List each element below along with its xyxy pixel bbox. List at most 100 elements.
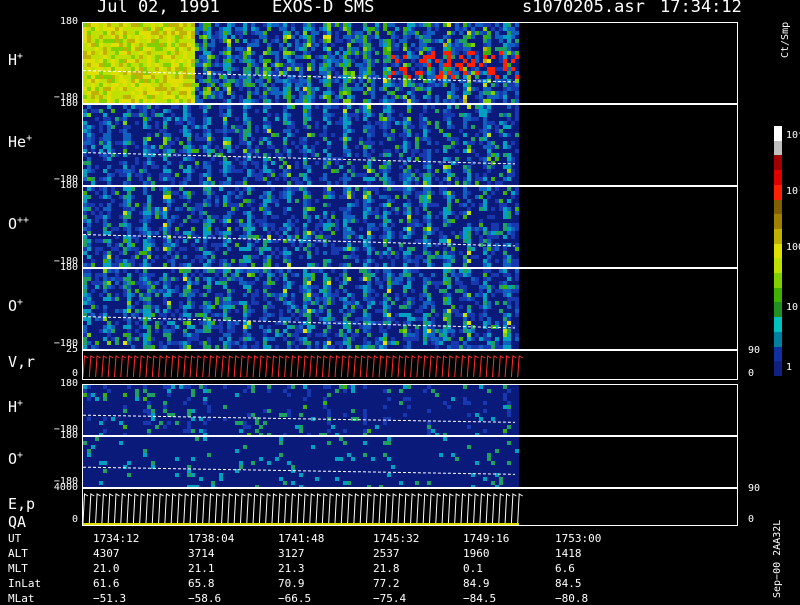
spectrogram-cell: [447, 173, 451, 177]
spectrogram-cell: [263, 59, 267, 63]
spectrogram-cell: [483, 43, 487, 47]
spectrogram-cell: [379, 329, 383, 333]
spectrogram-cell: [387, 133, 391, 137]
spectrogram-cell: [411, 269, 415, 273]
spectrogram-cell: [283, 273, 287, 277]
spectrogram-cell: [243, 309, 247, 313]
spectrogram-cell: [243, 149, 247, 153]
spectrogram-cell: [247, 67, 251, 71]
spectrogram-cell: [187, 157, 191, 161]
spectrogram-cell: [447, 277, 451, 281]
spectrogram-cell: [287, 325, 291, 329]
spectrogram-cell: [175, 231, 179, 235]
spectrogram-cell: [219, 113, 223, 117]
spectrogram-cell: [183, 63, 187, 67]
spectrogram-cell: [263, 109, 267, 113]
spectrogram-cell: [323, 191, 327, 195]
spectrogram-cell: [171, 277, 175, 281]
spectrogram-cell: [159, 55, 163, 59]
spectrogram-cell: [323, 273, 327, 277]
spectrogram-cell: [327, 289, 331, 293]
spectrogram-cell: [95, 277, 99, 281]
spectrogram-cell: [239, 59, 243, 63]
spectrogram-cell: [243, 293, 247, 297]
spectrogram-cell: [475, 177, 479, 181]
spectrogram-cell: [447, 269, 451, 273]
spectrogram-cell: [507, 39, 511, 43]
spectrogram-cell: [119, 251, 123, 255]
spectrogram-cell: [503, 243, 507, 247]
spectrogram-cell: [255, 235, 259, 239]
spectrogram-cell: [347, 105, 351, 109]
spectrogram-cell: [511, 195, 515, 199]
spectrogram-cell: [307, 285, 311, 289]
spectrogram-cell: [123, 181, 127, 185]
spectrogram-cell: [127, 231, 131, 235]
spectrogram-cell: [83, 277, 87, 281]
spectrogram-cell: [215, 79, 219, 83]
spectrogram-cell: [147, 157, 151, 161]
spectrogram-cell: [219, 35, 223, 39]
spectrogram-cell: [143, 83, 147, 87]
spectrogram-cell: [163, 215, 167, 219]
spectrogram-cell: [487, 145, 491, 149]
spectrogram-cell: [171, 75, 175, 79]
spectrogram-cell: [259, 71, 263, 75]
spectrogram-cell: [107, 117, 111, 121]
spectrogram-cell: [383, 273, 387, 277]
spectrogram-cell: [367, 231, 371, 235]
spectrogram-cell: [483, 39, 487, 43]
spectrogram-cell: [275, 55, 279, 59]
spectrogram-cell: [387, 325, 391, 329]
spectrogram-cell: [435, 39, 439, 43]
spectrogram-cell: [203, 113, 207, 117]
spectrogram-cell: [343, 109, 347, 113]
spectrogram-cell: [375, 187, 379, 191]
spectrogram-cell: [107, 297, 111, 301]
spectrogram-cell: [435, 27, 439, 31]
spectrogram-cell: [227, 63, 231, 67]
spectrogram-cell: [219, 293, 223, 297]
spectrogram-cell: [99, 87, 103, 91]
spectrogram-cell: [259, 95, 263, 99]
spectrogram-cell: [271, 187, 275, 191]
spectrogram-cell: [367, 169, 371, 173]
spectrogram-cell: [111, 247, 115, 251]
spectrogram-cell: [111, 149, 115, 153]
spectrogram-cell: [383, 223, 387, 227]
spectrogram-cell: [303, 321, 307, 325]
spectrogram-cell: [219, 95, 223, 99]
spectrogram-cell: [207, 83, 211, 87]
spectrogram-cell: [443, 47, 447, 51]
spectrogram-cell: [375, 59, 379, 63]
spectrogram-cell: [475, 153, 479, 157]
spectrogram-cell: [259, 317, 263, 321]
spectrogram-cell: [495, 157, 499, 161]
spectrogram-cell: [155, 211, 159, 215]
spectrogram-cell: [491, 145, 495, 149]
spectrogram-cell: [387, 269, 391, 273]
spectrogram-cell: [303, 87, 307, 91]
spectrogram-cell: [87, 223, 91, 227]
spectrogram-cell: [371, 273, 375, 277]
spectrogram-cell: [387, 187, 391, 191]
spectrogram-cell: [391, 187, 395, 191]
spectrogram-cell: [103, 169, 107, 173]
spectrogram-cell: [275, 113, 279, 117]
spectrogram-cell: [311, 285, 315, 289]
spectrogram-cell: [499, 59, 503, 63]
spectrogram-cell: [251, 345, 255, 349]
spectrogram-cell: [83, 55, 87, 59]
spectrogram-cell: [275, 263, 279, 267]
spectrogram-cell: [403, 47, 407, 51]
spectrogram-cell: [171, 95, 175, 99]
spectrogram-cell: [479, 157, 483, 161]
spectrogram-cell: [167, 207, 171, 211]
spectrogram-cell: [255, 129, 259, 133]
spectrogram-cell: [131, 27, 135, 31]
spectrogram-cell: [147, 305, 151, 309]
spectrogram-cell: [159, 145, 163, 149]
spectrogram-cell: [379, 223, 383, 227]
spectrogram-cell: [271, 71, 275, 75]
spectrogram-cell: [143, 87, 147, 91]
